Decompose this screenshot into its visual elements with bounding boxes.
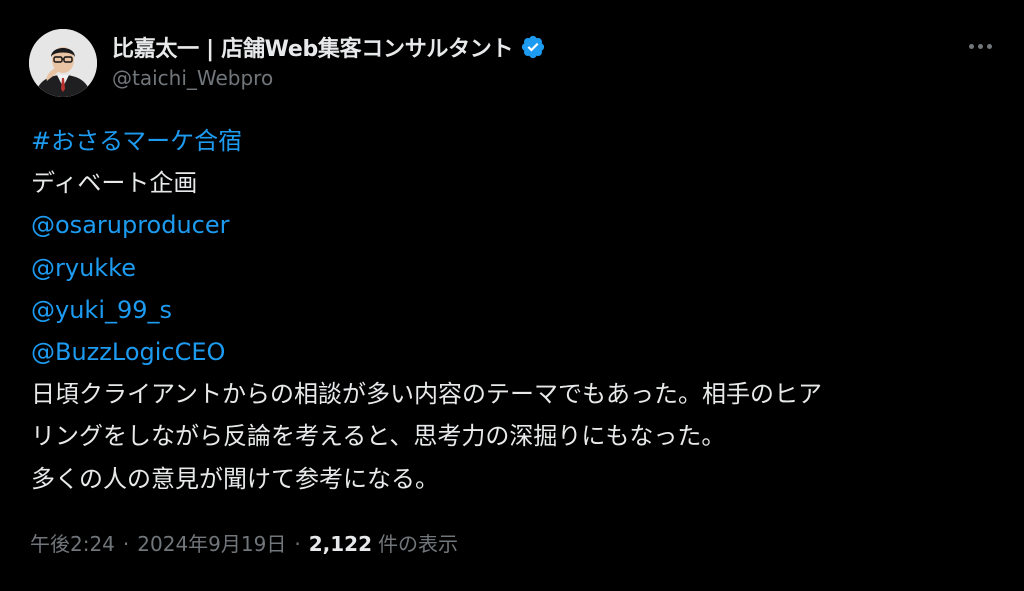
tweet-line: 日頃クライアントからの相談が多い内容のテーマでもあった。相手のヒア xyxy=(31,380,823,409)
meta-separator: · xyxy=(122,532,130,556)
tweet-card: 比嘉太一 | 店舗Web集客コンサルタント @taichi_Webpro #おさ… xyxy=(0,0,1024,591)
name-row: 比嘉太一 | 店舗Web集客コンサルタント xyxy=(112,30,546,64)
avatar[interactable] xyxy=(29,29,97,97)
mention-link[interactable]: @ryukke xyxy=(31,247,1011,289)
mention-link[interactable]: @BuzzLogicCEO xyxy=(31,331,1011,373)
tweet-line: ディベート企画 xyxy=(31,169,198,198)
tweet-line: 多くの人の意見が聞けて参考になる。 xyxy=(31,464,439,493)
hashtag-link[interactable]: #おさるマーケ合宿 xyxy=(31,120,1011,162)
tweet-header: 比嘉太一 | 店舗Web集客コンサルタント @taichi_Webpro xyxy=(112,30,546,90)
tweet-text: #おさるマーケ合宿 ディベート企画 @osaruproducer @ryukke… xyxy=(31,120,1011,500)
meta-separator: · xyxy=(294,532,301,556)
tweet-date[interactable]: 2024年9月19日 xyxy=(137,528,286,557)
more-options-icon[interactable] xyxy=(962,34,998,58)
mention-link[interactable]: @yuki_99_s xyxy=(31,289,1011,331)
tweet-line: リングをしながら反論を考えると、思考力の深掘りにもなった。 xyxy=(31,422,726,451)
verified-badge-icon[interactable] xyxy=(520,34,546,60)
author-display-name[interactable]: 比嘉太一 | 店舗Web集客コンサルタント xyxy=(112,31,514,63)
views-count[interactable]: 2,122 xyxy=(309,532,372,556)
avatar-photo xyxy=(29,29,97,97)
mention-link[interactable]: @osaruproducer xyxy=(31,204,1011,246)
author-handle[interactable]: @taichi_Webpro xyxy=(112,66,546,90)
views-label: 件の表示 xyxy=(377,532,458,556)
tweet-meta: 午後2:24 · 2024年9月19日 · 2,122 件の表示 xyxy=(30,528,458,557)
tweet-time[interactable]: 午後2:24 xyxy=(30,528,115,557)
